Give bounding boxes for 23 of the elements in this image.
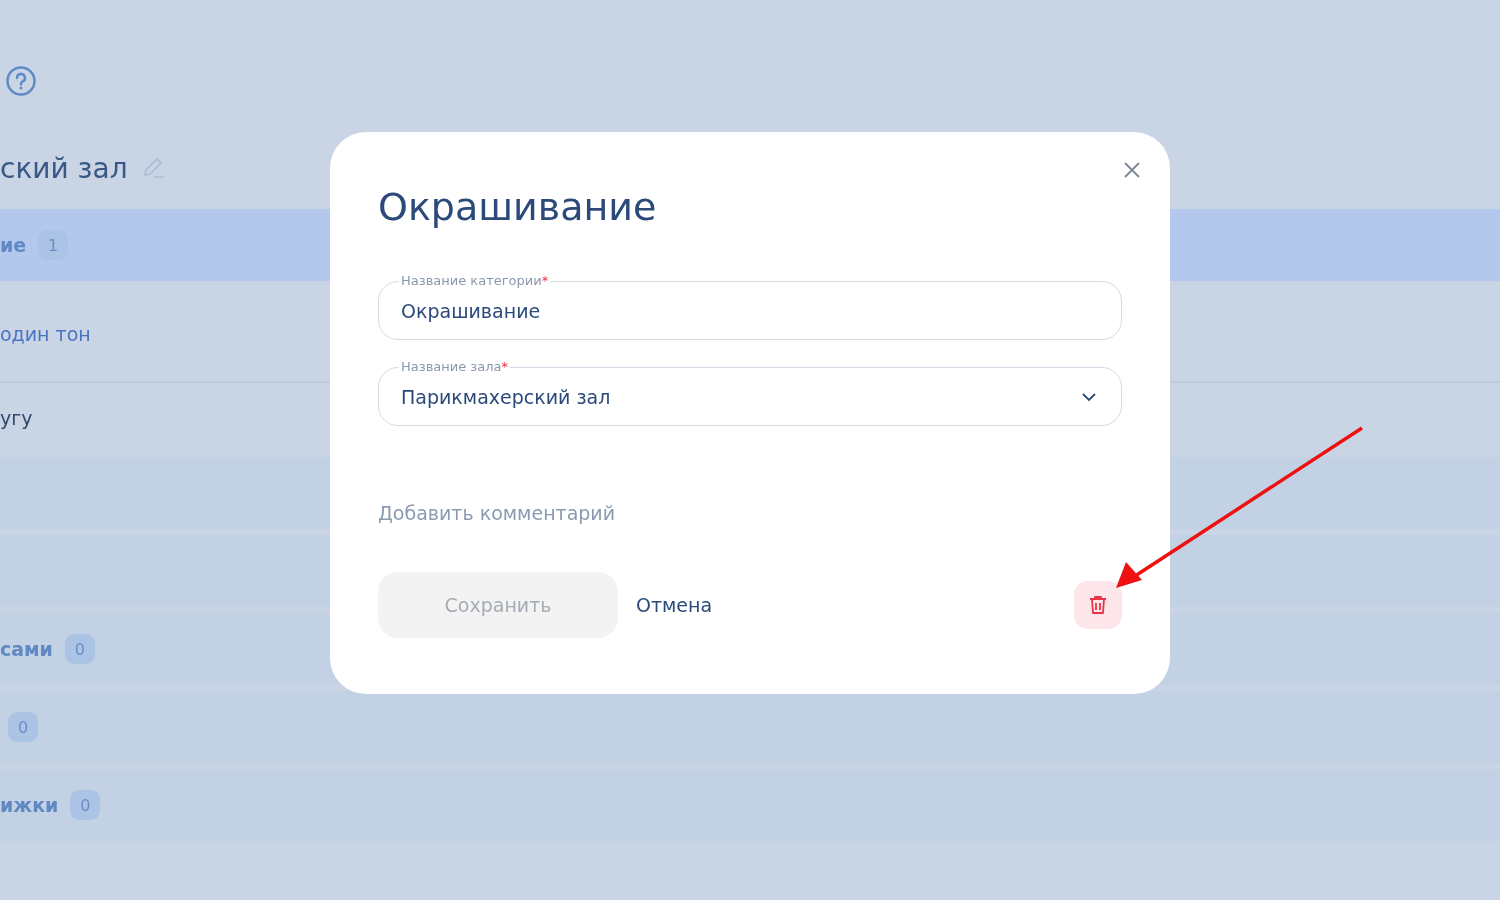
- count-badge: 1: [38, 230, 69, 260]
- add-comment-link[interactable]: Добавить комментарий: [378, 502, 616, 524]
- count-badge: 0: [8, 712, 38, 742]
- category-row[interactable]: ижки 0: [0, 769, 1500, 841]
- field-label: Название категории*: [400, 274, 550, 288]
- delete-button[interactable]: [1074, 581, 1122, 629]
- field-label: Название зала*: [400, 360, 509, 374]
- dialog-title: Окрашивание: [378, 184, 658, 231]
- close-icon[interactable]: [1122, 160, 1142, 180]
- count-badge: 0: [64, 634, 95, 664]
- hall-title: ский зал: [0, 151, 128, 185]
- cancel-button[interactable]: Отмена: [636, 594, 713, 616]
- count-badge: 0: [70, 790, 101, 820]
- input-field[interactable]: Название категории* Окрашивание: [378, 274, 1122, 340]
- hall-dropdown[interactable]: Название зала* Парикмахерский зал: [378, 360, 1122, 426]
- trash-icon: [1087, 594, 1109, 616]
- service-link[interactable]: один тон: [0, 323, 91, 345]
- help-icon[interactable]: [6, 66, 36, 96]
- category-name: ие: [0, 234, 27, 256]
- category-name: сами: [0, 638, 53, 660]
- add-service-link[interactable]: угу: [0, 407, 33, 429]
- category-row[interactable]: 0: [0, 691, 1500, 763]
- category-name: ижки: [0, 794, 59, 816]
